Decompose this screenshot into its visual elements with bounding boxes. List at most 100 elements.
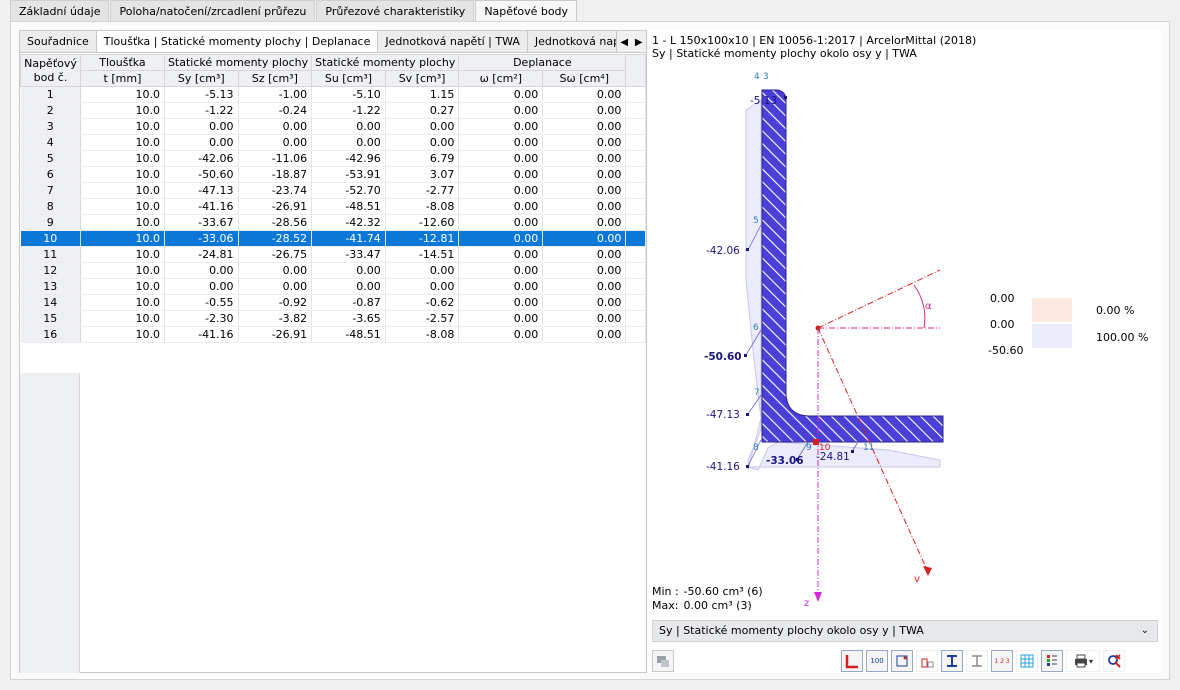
- table-cell[interactable]: 0.00: [458, 230, 544, 247]
- dimension-icon[interactable]: [916, 650, 938, 672]
- table-cell[interactable]: 0.00: [238, 278, 313, 295]
- table-cell[interactable]: -26.91: [238, 326, 313, 343]
- table-cell[interactable]: -42.96: [311, 150, 386, 167]
- table-cell[interactable]: 0.00: [542, 246, 627, 263]
- table-cell[interactable]: 10.0: [80, 278, 165, 295]
- table-cell[interactable]: -41.16: [164, 198, 239, 215]
- table-cell[interactable]: 0.00: [385, 118, 460, 135]
- table-cell[interactable]: 0.00: [385, 262, 460, 279]
- close-search-icon[interactable]: [1103, 650, 1125, 672]
- table-cell[interactable]: 0.00: [164, 134, 239, 151]
- table-cell[interactable]: -0.92: [238, 294, 313, 311]
- tab-basic-data[interactable]: Základní údaje: [10, 0, 110, 21]
- cross-section-view-icon[interactable]: [652, 650, 674, 672]
- table-cell[interactable]: -0.24: [238, 102, 313, 119]
- table-row[interactable]: 5 10.0 -42.06 -11.06 -42.96 6.79 0.00 0.00: [20, 150, 646, 167]
- table-cell[interactable]: -50.60: [164, 166, 239, 183]
- table-cell[interactable]: 10.0: [80, 150, 165, 167]
- table-row[interactable]: 15 10.0 -2.30 -3.82 -3.65 -2.57 0.00 0.00: [20, 310, 646, 327]
- cross-section-diagram[interactable]: 4 3 5 6 7 8 9 11 10 -5.13 -42.06 -50.60 …: [648, 30, 1161, 615]
- table-cell[interactable]: 10.0: [80, 198, 165, 215]
- table-row[interactable]: 16 10.0 -41.16 -26.91 -48.51 -8.08 0.00 0.00: [20, 326, 646, 343]
- table-cell[interactable]: 0.00: [542, 326, 627, 343]
- table-cell[interactable]: -1.00: [238, 86, 313, 103]
- table-cell[interactable]: 0.00: [542, 214, 627, 231]
- table-cell[interactable]: 0.00: [458, 294, 544, 311]
- table-cell[interactable]: 0.00: [311, 118, 386, 135]
- grid-icon[interactable]: [1016, 650, 1038, 672]
- table-row[interactable]: 2 10.0 -1.22 -0.24 -1.22 0.27 0.00 0.00: [20, 102, 646, 119]
- table-cell[interactable]: -42.06: [164, 150, 239, 167]
- table-cell[interactable]: 0.00: [164, 118, 239, 135]
- tab-section-properties[interactable]: Průřezové charakteristiky: [316, 0, 475, 21]
- table-cell[interactable]: 0.00: [238, 262, 313, 279]
- i-section-icon[interactable]: [941, 650, 963, 672]
- print-icon[interactable]: ▾: [1066, 650, 1100, 672]
- table-cell[interactable]: 0.00: [542, 86, 627, 103]
- table-cell[interactable]: 0.00: [458, 214, 544, 231]
- table-cell[interactable]: 10.0: [80, 246, 165, 263]
- table-cell[interactable]: -5.10: [311, 86, 386, 103]
- table-cell[interactable]: -48.51: [311, 326, 386, 343]
- table-cell[interactable]: 10.0: [80, 86, 165, 103]
- table-cell[interactable]: 0.00: [385, 134, 460, 151]
- table-cell[interactable]: -28.52: [238, 230, 313, 247]
- table-cell[interactable]: 0.00: [542, 278, 627, 295]
- table-cell[interactable]: 0.00: [458, 198, 544, 215]
- table-cell[interactable]: 10.0: [80, 134, 165, 151]
- table-cell[interactable]: -28.56: [238, 214, 313, 231]
- table-cell[interactable]: -2.77: [385, 182, 460, 199]
- table-cell[interactable]: -42.32: [311, 214, 386, 231]
- table-cell[interactable]: -3.82: [238, 310, 313, 327]
- l-section-icon[interactable]: [841, 650, 863, 672]
- table-cell[interactable]: 0.00: [542, 102, 627, 119]
- table-row[interactable]: 10 10.0 -33.06 -28.52 -41.74 -12.81 0.00 0.00: [20, 230, 646, 247]
- table-cell[interactable]: -11.06: [238, 150, 313, 167]
- color-scale-icon[interactable]: [1041, 650, 1063, 672]
- table-cell[interactable]: -2.57: [385, 310, 460, 327]
- table-cell[interactable]: 3.07: [385, 166, 460, 183]
- table-cell[interactable]: 10.0: [80, 102, 165, 119]
- table-cell[interactable]: -18.87: [238, 166, 313, 183]
- subtab-thickness-static-warping[interactable]: Tloušťka | Statické momenty plochy | Dep…: [96, 31, 379, 52]
- table-cell[interactable]: 10.0: [80, 230, 165, 247]
- table-cell[interactable]: -1.22: [311, 102, 386, 119]
- table-cell[interactable]: 0.00: [385, 278, 460, 295]
- table-cell[interactable]: -52.70: [311, 182, 386, 199]
- table-cell[interactable]: 0.00: [311, 262, 386, 279]
- table-row[interactable]: 7 10.0 -47.13 -23.74 -52.70 -2.77 0.00 0.00: [20, 182, 646, 199]
- subtab-unit-stress-twa[interactable]: Jednotková napětí | TWA: [378, 31, 528, 52]
- table-cell[interactable]: -33.47: [311, 246, 386, 263]
- table-cell[interactable]: 0.00: [311, 134, 386, 151]
- table-cell[interactable]: 10.0: [80, 214, 165, 231]
- table-cell[interactable]: 0.00: [542, 294, 627, 311]
- table-cell[interactable]: -23.74: [238, 182, 313, 199]
- table-row[interactable]: 3 10.0 0.00 0.00 0.00 0.00 0.00 0.00: [20, 118, 646, 135]
- table-cell[interactable]: -33.06: [164, 230, 239, 247]
- table-cell[interactable]: 6.79: [385, 150, 460, 167]
- table-cell[interactable]: 0.00: [458, 118, 544, 135]
- table-cell[interactable]: 0.00: [311, 278, 386, 295]
- table-cell[interactable]: 10.0: [80, 182, 165, 199]
- chevron-right-icon[interactable]: ▶: [635, 37, 643, 48]
- table-cell[interactable]: 0.00: [458, 102, 544, 119]
- table-cell[interactable]: 0.00: [542, 198, 627, 215]
- table-cell[interactable]: -47.13: [164, 182, 239, 199]
- table-cell[interactable]: 0.27: [385, 102, 460, 119]
- table-cell[interactable]: -26.91: [238, 198, 313, 215]
- table-cell[interactable]: 10.0: [80, 118, 165, 135]
- table-cell[interactable]: -24.81: [164, 246, 239, 263]
- table-cell[interactable]: 0.00: [458, 310, 544, 327]
- table-cell[interactable]: -53.91: [311, 166, 386, 183]
- table-cell[interactable]: 0.00: [458, 278, 544, 295]
- result-type-dropdown[interactable]: Sy | Statické momenty plochy okolo osy y…: [652, 620, 1158, 642]
- table-cell[interactable]: 0.00: [238, 134, 313, 151]
- tab-position-rotation[interactable]: Poloha/natočení/zrcadlení průřezu: [110, 0, 316, 21]
- table-cell[interactable]: -48.51: [311, 198, 386, 215]
- table-cell[interactable]: -41.74: [311, 230, 386, 247]
- table-cell[interactable]: 0.00: [458, 326, 544, 343]
- table-row[interactable]: 13 10.0 0.00 0.00 0.00 0.00 0.00 0.00: [20, 278, 646, 295]
- table-cell[interactable]: 0.00: [238, 118, 313, 135]
- table-cell[interactable]: -1.22: [164, 102, 239, 119]
- table-cell[interactable]: -8.08: [385, 326, 460, 343]
